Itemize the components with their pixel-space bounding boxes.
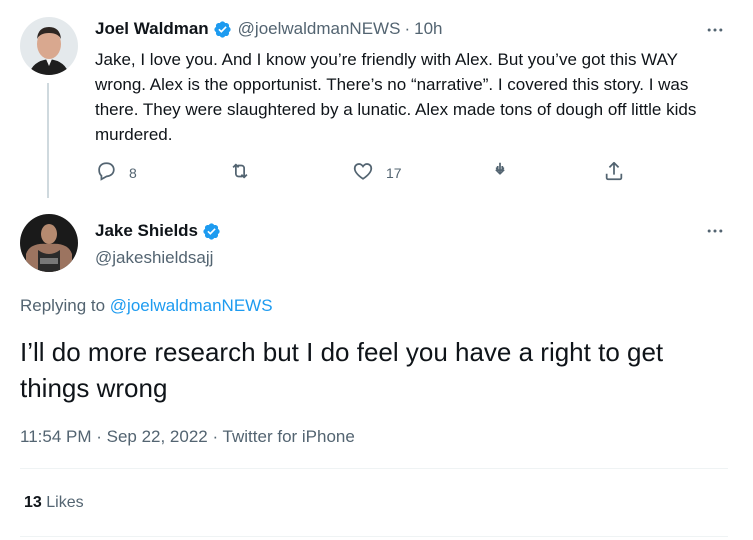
author-handle[interactable]: @joelwaldmanNEWS: [238, 19, 401, 39]
avatar-jake-shields[interactable]: [20, 214, 78, 272]
likes-count: 13: [24, 494, 42, 511]
share-button[interactable]: [603, 160, 625, 185]
replying-to: Replying to @joelwaldmanNEWS: [20, 296, 273, 316]
main-tweet-text: I’ll do more research but I do feel you …: [20, 337, 664, 403]
retweet-button[interactable]: [228, 160, 264, 185]
like-count: 17: [386, 164, 402, 181]
bookmark-icon: [489, 160, 511, 185]
tweet-action-bar: 8 17: [0, 160, 753, 186]
parent-tweet-header: Joel Waldman @joelwaldmanNEWS · 10h: [95, 19, 442, 39]
replying-prefix: Replying to: [20, 296, 106, 315]
author-handle[interactable]: @jakeshieldsajj: [95, 248, 213, 268]
like-button[interactable]: 17: [352, 160, 402, 185]
reply-icon: [95, 160, 117, 185]
more-icon[interactable]: [703, 221, 727, 241]
author-name[interactable]: Jake Shields: [95, 221, 198, 241]
replying-to-link[interactable]: @joelwaldmanNEWS: [110, 296, 273, 315]
parent-tweet-text: Jake, I love you. And I know you’re frie…: [95, 50, 697, 144]
more-icon[interactable]: [703, 20, 727, 40]
heart-icon: [352, 160, 374, 185]
author-name[interactable]: Joel Waldman: [95, 19, 209, 39]
likes-label: Likes: [46, 494, 84, 511]
retweet-icon: [228, 160, 252, 185]
bookmark-button[interactable]: [489, 160, 511, 185]
likes-stat[interactable]: 13 Likes: [24, 494, 84, 512]
verified-badge-icon: [213, 20, 232, 39]
separator-dot: ·: [404, 19, 411, 38]
tweet-time[interactable]: 10h: [414, 19, 442, 39]
reply-button[interactable]: 8: [95, 160, 137, 185]
main-tweet-header: Jake Shields: [95, 221, 221, 241]
avatar-joel-waldman[interactable]: [20, 17, 78, 75]
divider: [20, 536, 728, 537]
reply-count: 8: [129, 164, 137, 181]
divider: [20, 468, 728, 469]
verified-badge-icon: [202, 222, 221, 241]
tweet-timestamp[interactable]: 11:54 PM · Sep 22, 2022 · Twitter for iP…: [20, 427, 355, 447]
share-icon: [603, 160, 625, 185]
